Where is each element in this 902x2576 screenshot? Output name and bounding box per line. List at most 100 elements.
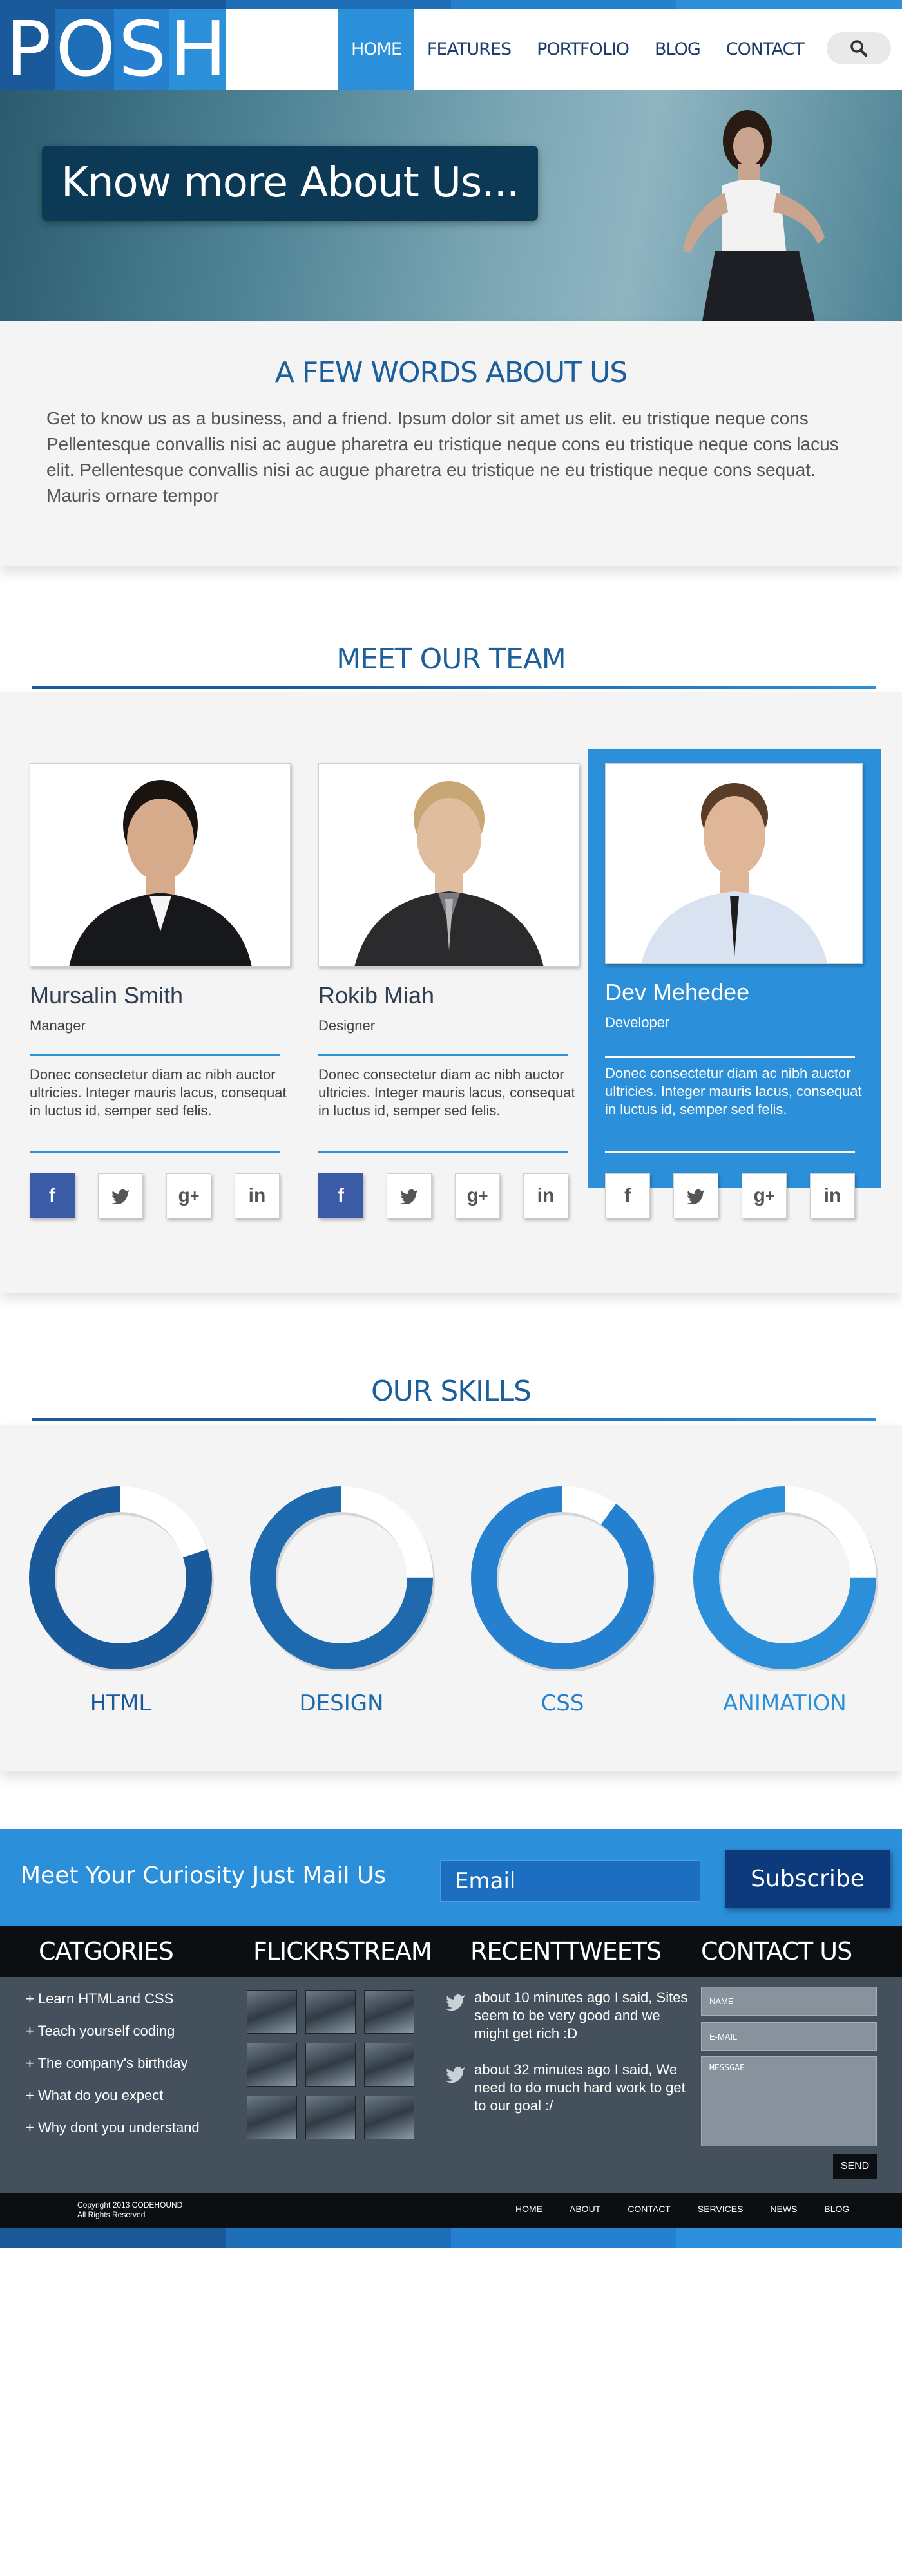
flickr-thumbnail[interactable] <box>364 1990 414 2034</box>
nav-item-features[interactable]: FEATURES <box>414 9 524 90</box>
nav-item-blog[interactable]: BLOG <box>642 9 713 90</box>
contact-message-field[interactable] <box>701 2056 877 2146</box>
team-member-desc: Donec consectetur diam ac nibh auctor ul… <box>605 1065 862 1117</box>
facebook-icon[interactable]: f <box>605 1173 650 1218</box>
posh-logo[interactable]: P O S H <box>0 5 227 93</box>
skill-label: ANIMATION <box>723 1690 847 1716</box>
contact-name-field[interactable] <box>701 1987 877 2016</box>
subscribe-button[interactable]: Subscribe <box>725 1850 890 1908</box>
team-member-name: Mursalin Smith <box>30 982 184 1009</box>
hero-title: Know more About Us... <box>42 146 538 221</box>
team-divider <box>30 1151 280 1153</box>
team-member-name: Rokib Miah <box>318 982 435 1009</box>
flickr-title: FLICKRSTREAM <box>253 1937 432 1965</box>
copyright-line: All Rights Reserved <box>77 2210 146 2219</box>
team-social-row: f g + in <box>605 1173 855 1218</box>
flickr-thumbnail[interactable] <box>247 1990 297 2034</box>
team-social-row: f g + in <box>318 1173 568 1218</box>
team-member-name: Dev Mehedee <box>605 979 750 1005</box>
team-photo <box>605 763 863 964</box>
nav-item-portfolio[interactable]: PORTFOLIO <box>524 9 642 90</box>
twitter-icon[interactable] <box>387 1173 432 1218</box>
contact-email-field[interactable] <box>701 2022 877 2051</box>
tweet-item: about 32 minutes ago I said, We need to … <box>445 2061 689 2115</box>
copyright: Copyright 2013 CODEHOUND All Rights Rese… <box>77 2201 182 2220</box>
team-divider <box>605 1056 855 1058</box>
flickr-thumbnail[interactable] <box>305 2043 356 2087</box>
nav-item-home[interactable]: HOME <box>338 9 414 90</box>
team-title-rule <box>32 686 876 689</box>
search-button[interactable] <box>827 32 891 64</box>
skill-ring <box>471 1486 656 1672</box>
category-link[interactable]: + Why dont you understand <box>26 2119 200 2151</box>
category-link[interactable]: + What do you expect <box>26 2087 200 2119</box>
team-member-role: Manager <box>30 1018 86 1034</box>
skills-title: OUR SKILLS <box>370 1375 532 1408</box>
tweet-item: about 10 minutes ago I said, Sites seem … <box>445 1989 689 2043</box>
flickr-grid <box>247 1990 414 2139</box>
nav-item-contact[interactable]: CONTACT <box>713 9 817 90</box>
twitter-icon[interactable] <box>98 1173 143 1218</box>
send-button[interactable]: SEND <box>833 2154 877 2179</box>
footer-nav-services[interactable]: SERVICES <box>698 2204 744 2214</box>
categories-title: CATGORIES <box>39 1937 174 1965</box>
team-divider <box>30 1054 280 1056</box>
team-divider <box>318 1151 568 1153</box>
category-link[interactable]: + Learn HTMLand CSS <box>26 1990 200 2022</box>
footer-nav-blog[interactable]: BLOG <box>824 2204 849 2214</box>
twitter-icon[interactable] <box>673 1173 718 1218</box>
linkedin-icon[interactable]: in <box>810 1173 855 1218</box>
hero-banner: Know more About Us... <box>0 90 902 321</box>
search-icon <box>850 40 868 57</box>
google-plus-icon[interactable]: g + <box>455 1173 500 1218</box>
email-input[interactable] <box>440 1860 700 1902</box>
skill-ring <box>29 1486 214 1672</box>
flickr-thumbnail[interactable] <box>305 1990 356 2034</box>
footer-nav-home[interactable]: HOME <box>515 2204 542 2214</box>
skill-item: HTML <box>27 1484 214 1716</box>
flickr-thumbnail[interactable] <box>364 2096 414 2139</box>
flickr-thumbnail[interactable] <box>247 2096 297 2139</box>
facebook-icon[interactable]: f <box>318 1173 363 1218</box>
categories-list: + Learn HTMLand CSS + Teach yourself cod… <box>26 1990 200 2151</box>
team-title: MEET OUR TEAM <box>336 643 566 676</box>
category-link[interactable]: + Teach yourself coding <box>26 2022 200 2054</box>
facebook-icon[interactable]: f <box>30 1173 75 1218</box>
tweet-text: about 10 minutes ago I said, Sites seem … <box>474 1989 688 2041</box>
skill-ring <box>250 1486 435 1672</box>
team-photo <box>318 763 579 967</box>
footer-nav-contact[interactable]: CONTACT <box>628 2204 671 2214</box>
skill-item: ANIMATION <box>691 1484 878 1716</box>
flickr-thumbnail[interactable] <box>247 2043 297 2087</box>
about-title: A FEW WORDS ABOUT US <box>274 356 628 389</box>
skill-label: DESIGN <box>299 1690 384 1716</box>
skill-ring <box>693 1486 878 1672</box>
skill-label: CSS <box>541 1690 584 1716</box>
google-plus-icon[interactable]: g + <box>742 1173 787 1218</box>
linkedin-icon[interactable]: in <box>235 1173 280 1218</box>
logo-letter: S <box>114 9 170 90</box>
footer-nav: HOME ABOUT CONTACT SERVICES NEWS BLOG <box>515 2204 849 2214</box>
main-nav: HOME FEATURES PORTFOLIO BLOG CONTACT <box>338 9 817 90</box>
team-divider <box>318 1054 568 1056</box>
footer-nav-about[interactable]: ABOUT <box>570 2204 600 2214</box>
team-member-role: Developer <box>605 1014 670 1030</box>
tweet-text: about 32 minutes ago I said, We need to … <box>474 2061 686 2114</box>
flickr-thumbnail[interactable] <box>305 2096 356 2139</box>
copyright-line: Copyright 2013 CODEHOUND <box>77 2201 183 2210</box>
skill-label: HTML <box>90 1690 151 1716</box>
tweets-title: RECENTTWEETS <box>470 1937 662 1965</box>
logo-letter: H <box>169 5 227 93</box>
footer-bottom-bar: Copyright 2013 CODEHOUND All Rights Rese… <box>0 2193 902 2228</box>
footer-nav-news[interactable]: NEWS <box>770 2204 797 2214</box>
linkedin-icon[interactable]: in <box>523 1173 568 1218</box>
flickr-thumbnail[interactable] <box>364 2043 414 2087</box>
team-social-row: f g + in <box>30 1173 280 1218</box>
twitter-bird-icon <box>445 2066 465 2083</box>
hero-model-image <box>683 110 825 321</box>
google-plus-icon[interactable]: g + <box>166 1173 211 1218</box>
skill-item: DESIGN <box>248 1484 435 1716</box>
subscribe-text: Meet Your Curiosity Just Mail Us <box>21 1862 387 1889</box>
category-link[interactable]: + The company's birthday <box>26 2054 200 2087</box>
team-member-desc: Donec consectetur diam ac nibh auctor ul… <box>318 1066 575 1119</box>
